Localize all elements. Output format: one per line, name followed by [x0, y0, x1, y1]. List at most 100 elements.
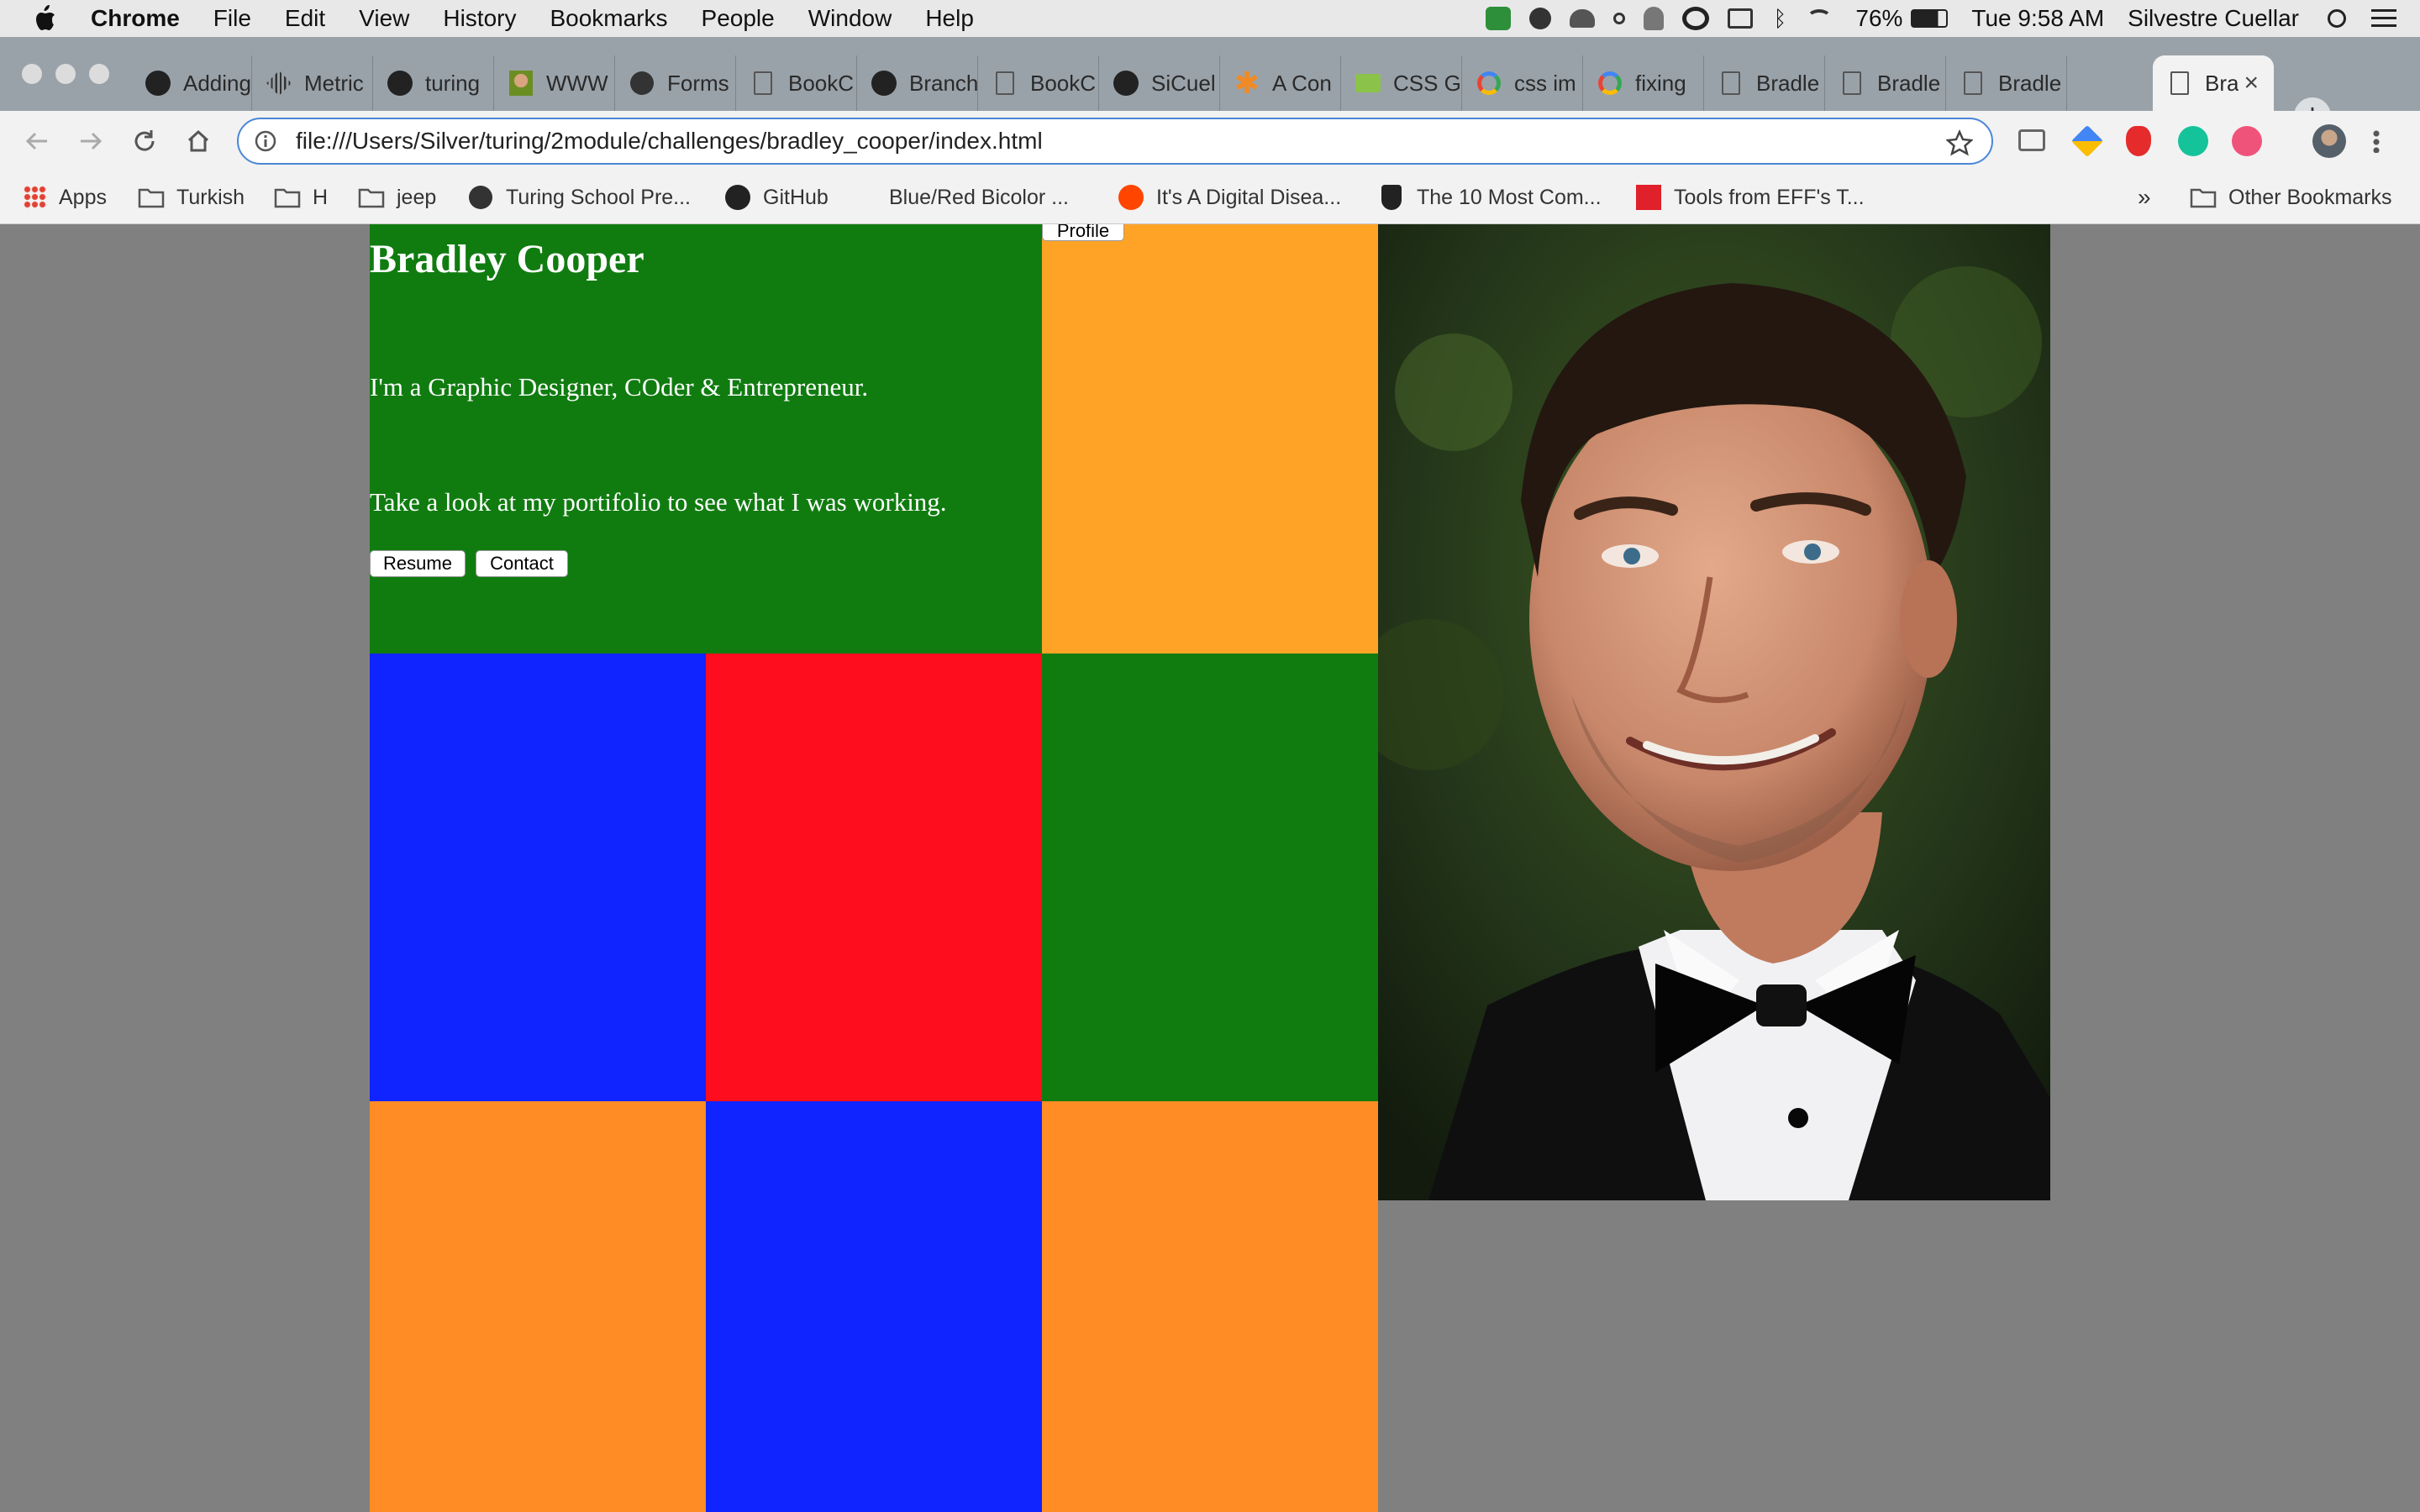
home-button[interactable] [182, 124, 215, 158]
browser-tab[interactable]: Adding [131, 55, 252, 111]
cell-orange-1 [370, 1101, 706, 1512]
css-icon [1355, 70, 1381, 97]
bookmark-label: Tools from EFF's T... [1674, 185, 1865, 209]
browser-tab[interactable]: CSS G [1341, 55, 1462, 111]
back-arrow-icon [25, 132, 47, 150]
bookmark-jeep[interactable]: jeep [358, 181, 436, 213]
folder-icon [138, 185, 165, 210]
browser-tab[interactable]: BookC [978, 55, 1099, 111]
menu-edit[interactable]: Edit [285, 0, 325, 37]
creative-cloud-icon[interactable] [1682, 7, 1710, 30]
bookmark-other-bookmarks[interactable]: Other Bookmarks [2190, 181, 2392, 213]
browser-tab[interactable]: SiCuel [1099, 55, 1220, 111]
browser-tab[interactable]: Bra × [2153, 55, 2274, 111]
bookmark-label: Turing School Pre... [506, 185, 692, 209]
bluetooth-icon[interactable]: ᛒ [1771, 7, 1788, 30]
tab-title: Adding [183, 70, 251, 96]
browser-tab[interactable]: Forms [615, 55, 736, 111]
bookmark-turing-school[interactable]: Turing School Pre... [467, 181, 691, 213]
portrait-illustration [1378, 224, 2050, 1200]
browser-tab[interactable]: Metric [252, 55, 373, 111]
window-minimize-button[interactable] [55, 64, 76, 84]
browser-tab[interactable]: Bradle [1704, 55, 1825, 111]
rescuetime-icon[interactable] [1529, 8, 1552, 29]
url-text[interactable]: file:///Users/Silver/turing/2module/chal… [296, 128, 1043, 155]
back-button[interactable] [20, 124, 54, 158]
page-icon [2166, 70, 2193, 97]
menu-app-chrome[interactable]: Chrome [91, 0, 180, 37]
menu-people[interactable]: People [702, 0, 775, 37]
battery-icon[interactable] [1911, 9, 1949, 28]
reload-icon [134, 130, 155, 151]
helmet-icon[interactable] [1570, 9, 1596, 28]
bookmark-h[interactable]: H [274, 181, 328, 213]
wifi-icon[interactable] [1807, 9, 1833, 28]
browser-tab[interactable]: BookC [736, 55, 857, 111]
turing-icon [467, 185, 494, 210]
cast-icon[interactable] [2018, 129, 2045, 151]
bookmark-star-icon[interactable] [1946, 129, 1973, 156]
tab-title: BookC [788, 70, 855, 96]
site-info-icon[interactable] [254, 129, 277, 153]
menu-file[interactable]: File [213, 0, 251, 37]
grammarly-extension-icon[interactable] [2178, 126, 2208, 156]
bookmark-apps[interactable]: Apps [24, 181, 107, 213]
contact-button[interactable]: Contact [476, 550, 568, 577]
apple-menu-icon[interactable] [32, 4, 57, 33]
notification-center-icon[interactable] [2371, 9, 2396, 28]
bookmark-10-most-common[interactable]: The 10 Most Com... [1378, 181, 1602, 213]
profile-button[interactable]: Profile [1042, 224, 1124, 241]
page-viewport: Bradley Cooper I'm a Graphic Designer, C… [0, 224, 2420, 1512]
lastpass-extension-icon[interactable] [2126, 126, 2151, 156]
bookmarks-overflow-button[interactable]: » [2138, 181, 2151, 213]
ghost-icon[interactable] [1644, 7, 1665, 30]
browser-tab[interactable]: Bradle [1825, 55, 1946, 111]
grid-icon [266, 70, 292, 97]
bookmark-label: Blue/Red Bicolor ... [889, 185, 1069, 209]
airplay-icon[interactable] [1728, 8, 1754, 29]
drive-extension-icon[interactable] [2070, 124, 2104, 158]
glasses-icon[interactable] [1613, 13, 1626, 24]
todoist-extension-icon[interactable] [2232, 126, 2262, 156]
address-bar[interactable]: file:///Users/Silver/turing/2module/chal… [237, 118, 1993, 165]
browser-tab[interactable]: fixing [1583, 55, 1704, 111]
spotlight-search-icon[interactable] [2328, 9, 2346, 28]
bookmark-label: The 10 Most Com... [1417, 185, 1602, 209]
menu-view[interactable]: View [359, 0, 409, 37]
github-icon [1113, 70, 1139, 97]
browser-tab[interactable]: css im [1462, 55, 1583, 111]
evernote-icon[interactable] [1486, 7, 1512, 30]
menu-help[interactable]: Help [925, 0, 974, 37]
resume-button[interactable]: Resume [370, 550, 466, 577]
reload-button[interactable] [128, 124, 161, 158]
bookmark-eff-tools[interactable]: Tools from EFF's T... [1635, 181, 1865, 213]
menu-history[interactable]: History [443, 0, 516, 37]
browser-tab[interactable]: turing [373, 55, 494, 111]
window-close-button[interactable] [22, 64, 42, 84]
browser-tab[interactable]: WWW [494, 55, 615, 111]
folder-icon [2190, 185, 2217, 210]
page-icon [1718, 70, 1744, 97]
bookmark-github[interactable]: GitHub [724, 181, 829, 213]
tab-title: CSS G [1393, 70, 1461, 96]
window-zoom-button[interactable] [89, 64, 109, 84]
menu-bookmarks[interactable]: Bookmarks [550, 0, 667, 37]
menu-window[interactable]: Window [808, 0, 892, 37]
clock[interactable]: Tue 9:58 AM [1971, 5, 2104, 32]
user-name[interactable]: Silvestre Cuellar [2128, 5, 2299, 32]
forward-button[interactable] [74, 124, 108, 158]
portfolio-blurb: Take a look at my portifolio to see what… [370, 487, 947, 517]
browser-tab[interactable]: Branch [857, 55, 978, 111]
bookmark-blue-red-bicolor[interactable]: Blue/Red Bicolor ... [862, 181, 1069, 213]
cell-green-2 [1042, 654, 1378, 1101]
profile-avatar[interactable] [2312, 124, 2346, 158]
bookmark-digital-disease[interactable]: It's A Digital Disea... [1118, 181, 1341, 213]
chrome-menu-icon[interactable] [2373, 129, 2380, 153]
bookmark-turkish[interactable]: Turkish [138, 181, 245, 213]
avatar-icon [508, 70, 534, 97]
browser-tab[interactable]: ✱ A Con [1220, 55, 1341, 111]
bookmark-label: Other Bookmarks [2228, 185, 2392, 209]
tab-title: turing [425, 70, 481, 96]
close-tab-icon[interactable]: × [2244, 69, 2259, 97]
browser-tab[interactable]: Bradle [1946, 55, 2067, 111]
